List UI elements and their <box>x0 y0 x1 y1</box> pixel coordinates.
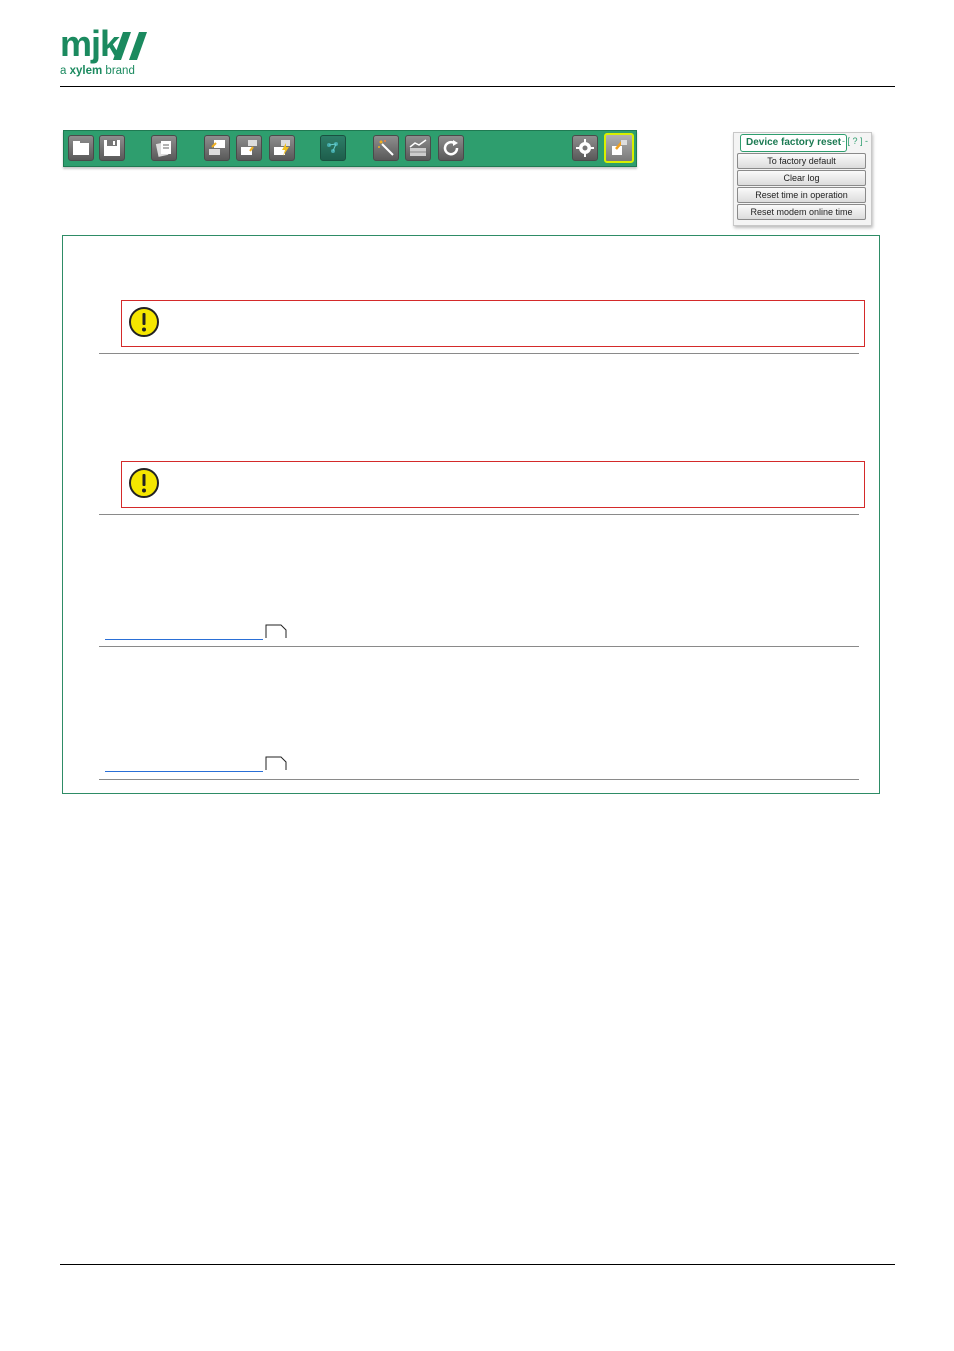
write-device-icon <box>241 140 257 155</box>
cross-reference-link[interactable] <box>105 771 263 772</box>
row-divider <box>99 514 859 515</box>
warning-exclamation-icon <box>129 307 159 337</box>
write-device-button[interactable] <box>236 135 262 161</box>
documents-icon <box>155 141 171 157</box>
read-device-icon <box>209 140 225 155</box>
description-table <box>62 235 880 794</box>
factory-reset-icon <box>612 140 627 155</box>
row-divider <box>99 353 859 354</box>
log-chart-button[interactable] <box>405 135 431 161</box>
logo-tagline-prefix: a <box>60 65 67 77</box>
logo-tagline: a xylem brand <box>60 65 135 77</box>
device-board-button[interactable] <box>320 135 346 161</box>
factory-reset-button[interactable] <box>604 133 634 163</box>
device-factory-reset-panel: Device factory reset - [ ? ] - To factor… <box>733 132 872 226</box>
logo-wordmark: mjk <box>60 23 120 64</box>
save-icon <box>104 140 120 156</box>
connect-device-button[interactable] <box>269 135 295 161</box>
settings-button[interactable] <box>572 135 598 161</box>
footer-divider <box>60 1264 895 1265</box>
reset-modem-online-time-button[interactable]: Reset modem online time <box>737 204 866 220</box>
row-divider <box>99 779 859 780</box>
logo-tagline-brand: xylem <box>69 65 103 77</box>
refresh-icon <box>443 140 459 156</box>
warning-box <box>121 300 865 347</box>
open-file-button[interactable] <box>68 135 94 161</box>
folder-open-icon <box>73 141 89 155</box>
row-divider <box>99 646 859 647</box>
cross-reference-link[interactable] <box>105 639 263 640</box>
header-divider <box>60 86 895 87</box>
documents-button[interactable] <box>151 135 177 161</box>
reset-time-in-operation-button[interactable]: Reset time in operation <box>737 187 866 203</box>
clear-log-button[interactable]: Clear log <box>737 170 866 186</box>
reset-help-link[interactable]: - [ ? ] - <box>842 136 868 146</box>
page-reference-icon <box>265 624 287 638</box>
to-factory-default-button[interactable]: To factory default <box>737 153 866 169</box>
chart-log-icon <box>409 139 427 156</box>
warning-exclamation-icon <box>129 468 159 498</box>
refresh-button[interactable] <box>438 135 464 161</box>
logo-slashes-icon <box>113 32 147 60</box>
main-toolbar <box>63 130 637 167</box>
page-reference-icon <box>265 756 287 770</box>
gear-icon <box>576 139 594 157</box>
wizard-wand-icon <box>378 140 394 156</box>
save-file-button[interactable] <box>99 135 125 161</box>
connect-device-icon <box>274 140 290 156</box>
logo-tagline-suffix: brand <box>105 65 135 77</box>
warning-box <box>121 461 865 508</box>
wizard-button[interactable] <box>373 135 399 161</box>
read-device-button[interactable] <box>204 135 230 161</box>
reset-panel-title: Device factory reset <box>740 134 848 152</box>
circuit-board-icon <box>327 142 338 153</box>
